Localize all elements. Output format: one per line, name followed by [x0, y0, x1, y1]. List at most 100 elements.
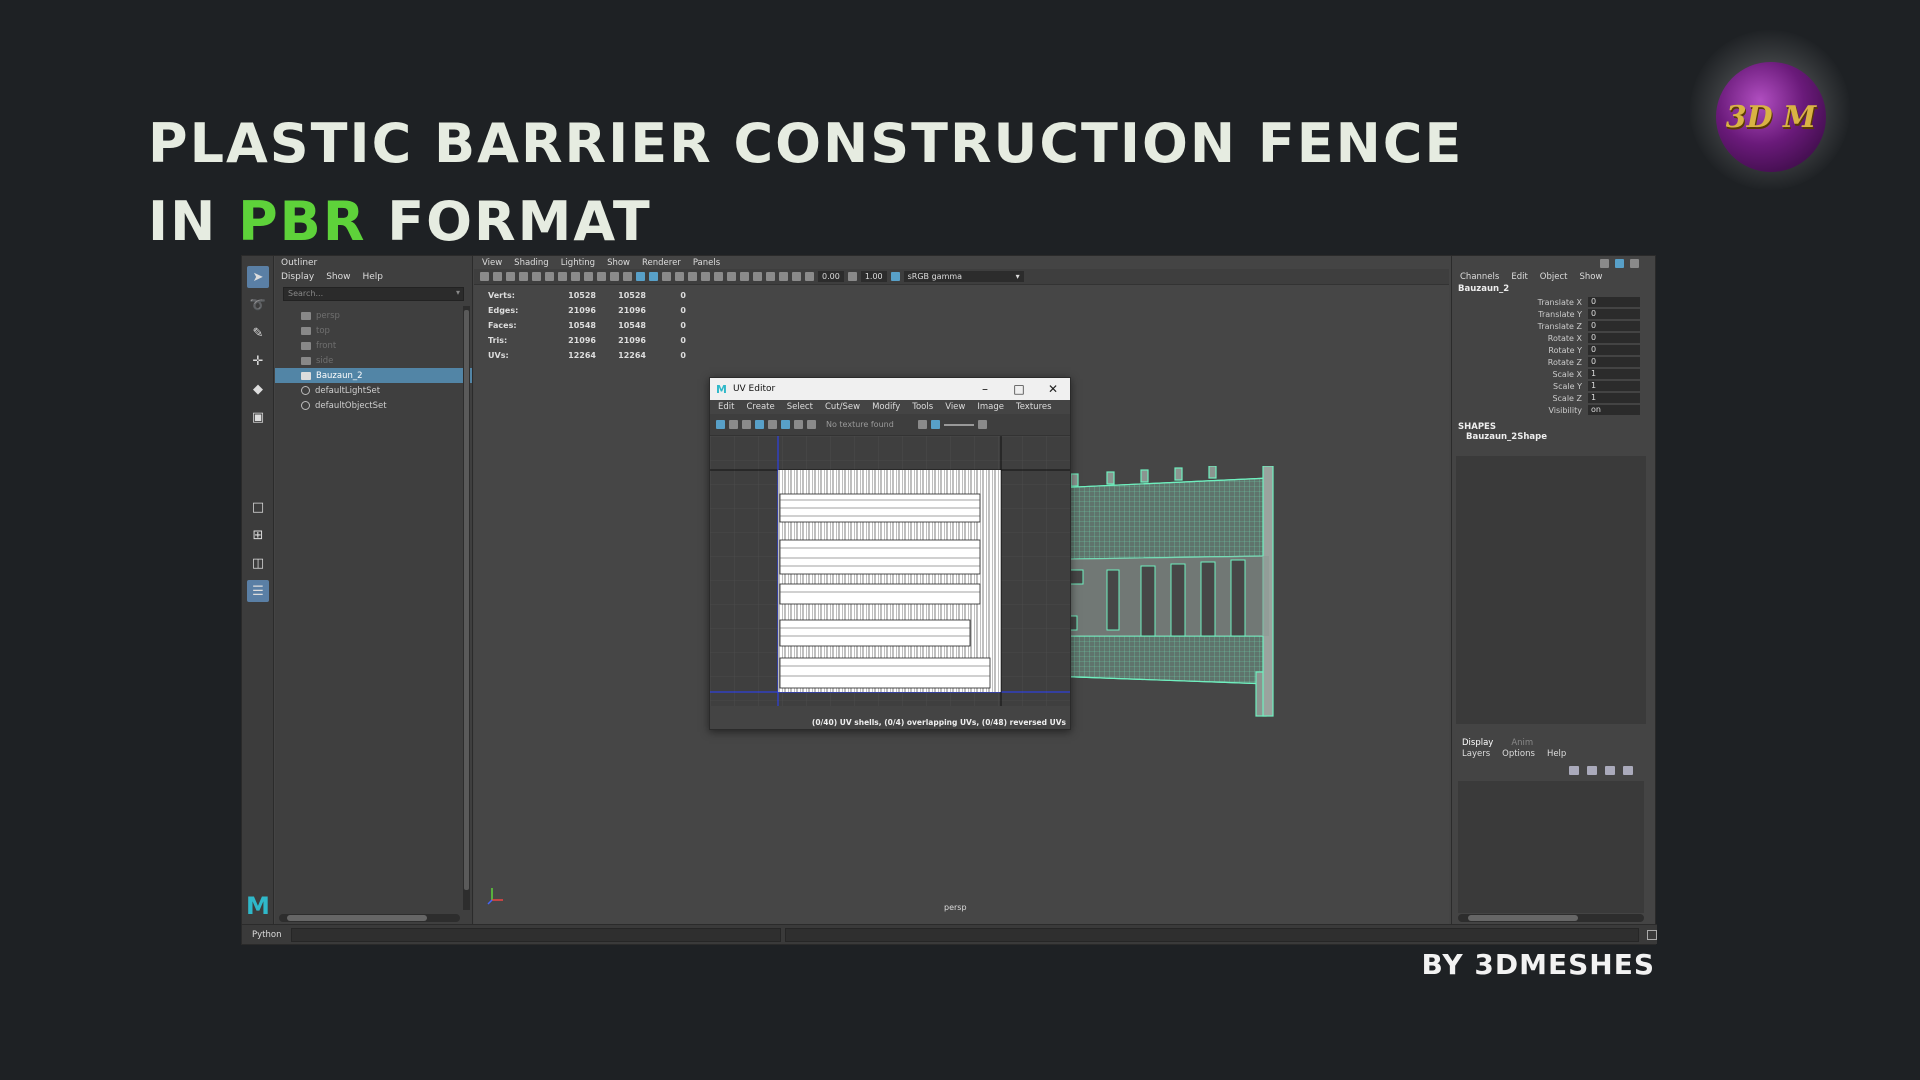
- side-panel-tabs[interactable]: [1646, 266, 1656, 666]
- uv-shaded-icon[interactable]: [768, 420, 777, 429]
- move-layer-up-icon[interactable]: [1569, 766, 1579, 775]
- uv-distortion-icon[interactable]: [794, 420, 803, 429]
- depth-of-field-icon[interactable]: [740, 272, 749, 281]
- viewport-menu-show[interactable]: Show: [607, 258, 630, 268]
- uv-editor-titlebar[interactable]: M UV Editor – □ ✕: [710, 378, 1070, 400]
- textured-icon[interactable]: [662, 272, 671, 281]
- select-tool-icon[interactable]: ➤: [247, 266, 269, 288]
- minimize-icon[interactable]: –: [968, 382, 1002, 396]
- outliner-item-bauzaun[interactable]: Bauzaun_2: [275, 368, 472, 383]
- viewport-menu-renderer[interactable]: Renderer: [642, 258, 681, 268]
- modeling-toolkit-icon[interactable]: [1600, 259, 1609, 268]
- outliner-menu-show[interactable]: Show: [326, 272, 350, 282]
- python-label[interactable]: Python: [242, 930, 291, 940]
- ambient-occlusion-icon[interactable]: [701, 272, 710, 281]
- lights-icon[interactable]: [675, 272, 684, 281]
- wireframe-icon[interactable]: [623, 272, 632, 281]
- uv-menu-cutsew[interactable]: Cut/Sew: [825, 402, 860, 412]
- attr-value-field[interactable]: on: [1588, 405, 1640, 415]
- exposure-field[interactable]: 0.00: [818, 271, 844, 282]
- outliner-item-front[interactable]: front: [275, 338, 472, 353]
- motion-blur-icon[interactable]: [714, 272, 723, 281]
- tool-settings-icon[interactable]: [1630, 259, 1639, 268]
- channel-menu-object[interactable]: Object: [1540, 272, 1568, 282]
- outliner-item-lightset[interactable]: defaultLightSet: [275, 383, 472, 398]
- attr-value-field[interactable]: 1: [1588, 381, 1640, 391]
- move-tool-icon[interactable]: ✛: [247, 350, 269, 372]
- safe-action-icon[interactable]: [597, 272, 606, 281]
- xray-icon[interactable]: [766, 272, 775, 281]
- outliner-item-objectset[interactable]: defaultObjectSet: [275, 398, 472, 413]
- attr-value-field[interactable]: 0: [1588, 309, 1640, 319]
- image-icon[interactable]: [807, 420, 816, 429]
- camera-attributes-icon[interactable]: [493, 272, 502, 281]
- uv-checker-icon[interactable]: [781, 420, 790, 429]
- paint-select-icon[interactable]: ✎: [247, 322, 269, 344]
- resolution-gate-icon[interactable]: [558, 272, 567, 281]
- outliner-search-input[interactable]: Search... ▾: [283, 287, 464, 301]
- attr-row[interactable]: Scale Y 1: [1452, 380, 1647, 392]
- layer-horizontal-scrollbar[interactable]: [1458, 914, 1644, 922]
- attr-row[interactable]: Rotate Y 0: [1452, 344, 1647, 356]
- field-chart-icon[interactable]: [584, 272, 593, 281]
- attr-value-field[interactable]: 1: [1588, 369, 1640, 379]
- two-view-icon[interactable]: ◫: [247, 552, 269, 574]
- command-input[interactable]: [291, 927, 781, 942]
- gamma-icon[interactable]: [930, 420, 940, 429]
- exposure-icon[interactable]: [917, 420, 927, 429]
- outliner-item-persp[interactable]: persp: [275, 308, 472, 323]
- attr-value-field[interactable]: 0: [1588, 333, 1640, 343]
- attr-row[interactable]: Translate Y 0: [1452, 308, 1647, 320]
- outliner-item-top[interactable]: top: [275, 323, 472, 338]
- attr-value-field[interactable]: 0: [1588, 357, 1640, 367]
- outliner-horizontal-scrollbar[interactable]: [279, 914, 460, 922]
- gate-mask-icon[interactable]: [571, 272, 580, 281]
- chevron-down-icon[interactable]: ▾: [456, 288, 460, 297]
- outliner-item-side[interactable]: side: [275, 353, 472, 368]
- image-plane-icon[interactable]: [519, 272, 528, 281]
- uv-menu-select[interactable]: Select: [787, 402, 813, 412]
- uv-canvas[interactable]: [710, 436, 1070, 706]
- move-layer-down-icon[interactable]: [1587, 766, 1597, 775]
- shape-name[interactable]: Bauzaun_2Shape: [1452, 432, 1647, 442]
- camera-icon[interactable]: [480, 272, 489, 281]
- uv-menu-edit[interactable]: Edit: [718, 402, 734, 412]
- scale-tool-icon[interactable]: ▣: [247, 406, 269, 428]
- backface-culling-icon[interactable]: [792, 272, 801, 281]
- close-icon[interactable]: ✕: [1036, 382, 1070, 396]
- rotate-tool-icon[interactable]: ◆: [247, 378, 269, 400]
- attr-value-field[interactable]: 0: [1588, 345, 1640, 355]
- lasso-tool-icon[interactable]: ➰: [247, 294, 269, 316]
- outliner-vertical-scrollbar[interactable]: [463, 306, 470, 910]
- script-editor-icon[interactable]: [1647, 929, 1657, 940]
- shadows-icon[interactable]: [688, 272, 697, 281]
- smooth-shade-icon[interactable]: [636, 272, 645, 281]
- channel-menu-edit[interactable]: Edit: [1511, 272, 1527, 282]
- uv-menu-view[interactable]: View: [945, 402, 965, 412]
- isolate-select-icon[interactable]: [753, 272, 762, 281]
- film-gate-icon[interactable]: [545, 272, 554, 281]
- uv-menu-tools[interactable]: Tools: [912, 402, 933, 412]
- attr-row[interactable]: Visibility on: [1452, 404, 1647, 416]
- uv-menu-textures[interactable]: Textures: [1016, 402, 1052, 412]
- uv-menu-create[interactable]: Create: [746, 402, 774, 412]
- channel-menu-show[interactable]: Show: [1579, 272, 1602, 282]
- uv-slider[interactable]: [943, 423, 974, 426]
- xray-joints-icon[interactable]: [779, 272, 788, 281]
- uv-editor-window[interactable]: M UV Editor – □ ✕ Edit Create Select Cut…: [709, 377, 1071, 730]
- viewport-menu-shading[interactable]: Shading: [514, 258, 549, 268]
- color-management-icon[interactable]: [890, 272, 900, 281]
- color-space-select[interactable]: sRGB gamma ▾: [903, 271, 1024, 282]
- uv-shell-icon[interactable]: [729, 420, 738, 429]
- viewport-menu-panels[interactable]: Panels: [693, 258, 720, 268]
- outliner-menu-display[interactable]: Display: [281, 272, 314, 282]
- outliner-menu-help[interactable]: Help: [362, 272, 383, 282]
- maximize-icon[interactable]: □: [1002, 382, 1036, 396]
- attr-value-field[interactable]: 0: [1588, 297, 1640, 307]
- bookmark-icon[interactable]: [506, 272, 515, 281]
- attr-row[interactable]: Rotate Z 0: [1452, 356, 1647, 368]
- layer-menu-options[interactable]: Options: [1502, 749, 1535, 759]
- attribute-editor-icon[interactable]: [1615, 259, 1624, 268]
- uv-menu-image[interactable]: Image: [977, 402, 1004, 412]
- attr-row[interactable]: Translate Z 0: [1452, 320, 1647, 332]
